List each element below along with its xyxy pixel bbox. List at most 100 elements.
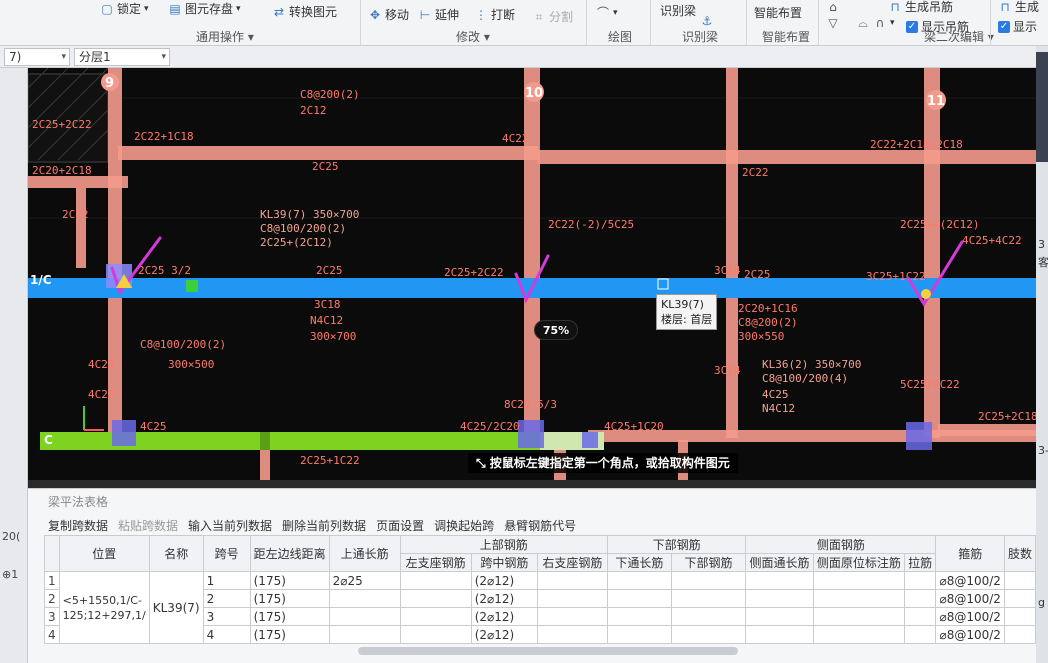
page-setup-button[interactable]: 页面设置 <box>376 517 424 534</box>
cell-bottom-through[interactable] <box>606 607 672 626</box>
cell-top-through[interactable] <box>328 607 401 626</box>
cell-span[interactable]: 4 <box>202 625 251 644</box>
annotation-text: 2C25 <box>312 160 339 173</box>
cell-bottom-bar[interactable] <box>670 571 747 590</box>
cell-bottom-bar[interactable] <box>670 607 747 626</box>
cell-dist-left[interactable]: (175) <box>249 589 330 608</box>
drawing-canvas[interactable]: 9 10 11 1/C C C8@200(2) 2C12 2C22+1C18 2… <box>28 68 1036 480</box>
split-button[interactable]: ⌗ 分割 <box>532 8 573 25</box>
cell-side-through[interactable] <box>745 571 814 590</box>
smart-layout-button[interactable]: 智能布置 <box>754 4 802 21</box>
layer-select[interactable]: 分层1 ▾ <box>74 48 170 66</box>
beam-arc-tool[interactable]: ⌓ ∩ ▾ <box>856 16 894 30</box>
cell-side-through[interactable] <box>745 607 814 626</box>
cell-side-through[interactable] <box>745 625 814 644</box>
cad-drawing[interactable]: 9 10 11 1/C C C8@200(2) 2C12 2C22+1C18 2… <box>28 68 1036 480</box>
col-side-through: 侧面通长筋 <box>745 553 814 572</box>
lock-button[interactable]: ▢ 锁定 ▾ <box>100 0 148 17</box>
convert-element-button[interactable]: ⇄ 转换图元 <box>272 3 337 20</box>
save-element-button[interactable]: ▤ 图元存盘 ▾ <box>168 0 240 17</box>
cell-dist-left[interactable]: (175) <box>249 625 330 644</box>
cell-limb[interactable] <box>1003 607 1037 626</box>
floor-toolbar: 7) ▾ 分层1 ▾ <box>0 46 1048 68</box>
annotation-text: 4C25/2C20 <box>460 420 520 433</box>
table-row[interactable]: 1 <5+1550,1/C-125;12+297,1/ KL39(7) 1 (1… <box>44 571 1037 644</box>
break-button[interactable]: ⋮ 打断 <box>474 6 515 23</box>
paste-span-button[interactable]: 粘贴跨数据 <box>118 517 178 534</box>
tooltip-element-name: KL39(7) <box>661 298 704 311</box>
cell-limb[interactable] <box>1003 571 1037 590</box>
annotation-text: 3C14 <box>714 364 741 377</box>
cell-side-original[interactable] <box>812 571 905 590</box>
cell-bottom-bar[interactable] <box>670 625 747 644</box>
input-column-button[interactable]: 输入当前列数据 <box>188 517 272 534</box>
cell-mid-span[interactable]: (2⌀12) <box>470 589 538 608</box>
cell-position[interactable]: <5+1550,1/C-125;12+297,1/ <box>58 571 150 644</box>
cell-side-through[interactable] <box>745 589 814 608</box>
cell-stirrup[interactable]: ⌀8@100/2 <box>935 625 1005 644</box>
cell-stirrup[interactable]: ⌀8@100/2 <box>935 607 1005 626</box>
gen-hanger-button[interactable]: ⊓ 生成吊筋 <box>888 0 953 15</box>
annotation-text: 4C25+1C20 <box>604 420 664 433</box>
cell-left-support[interactable] <box>399 607 472 626</box>
hanger-tool-1[interactable]: ⌂ <box>826 0 840 14</box>
cell-stirrup[interactable]: ⌀8@100/2 <box>935 571 1005 590</box>
floor-select[interactable]: 7) ▾ <box>4 48 70 66</box>
cell-tie[interactable] <box>903 607 937 626</box>
cell-right-support[interactable] <box>536 607 608 626</box>
cell-mid-span[interactable]: (2⌀12) <box>470 625 538 644</box>
copy-span-button[interactable]: 复制跨数据 <box>48 517 108 534</box>
gen-button-2[interactable]: ⊓ 生成 <box>998 0 1039 15</box>
cell-left-support[interactable] <box>399 589 472 608</box>
annotation-text: 4C22 <box>502 132 529 145</box>
move-button[interactable]: ✥ 移动 <box>368 6 409 23</box>
cell-span[interactable]: 2 <box>202 589 251 608</box>
cell-bottom-through[interactable] <box>606 625 672 644</box>
identify-tool-button[interactable]: ⚓ <box>700 14 714 28</box>
checkbox-checked-icon: ✓ <box>906 20 918 33</box>
cell-side-original[interactable] <box>812 607 905 626</box>
cantilever-code-button[interactable]: 悬臂钢筋代号 <box>504 517 576 534</box>
identify-beam-button[interactable]: 识别梁 <box>660 2 696 19</box>
show-checkbox-2[interactable]: ✓ 显示 <box>998 18 1037 35</box>
cell-tie[interactable] <box>903 571 937 590</box>
cell-bottom-through[interactable] <box>606 589 672 608</box>
cell-mid-span[interactable]: (2⌀12) <box>470 607 538 626</box>
cell-dist-left[interactable]: (175) <box>249 571 330 590</box>
cell-bottom-bar[interactable] <box>670 589 747 608</box>
horizontal-scrollbar[interactable] <box>358 647 738 655</box>
cell-top-through[interactable] <box>328 589 401 608</box>
cell-span[interactable]: 1 <box>202 571 251 590</box>
cell-top-through[interactable] <box>328 625 401 644</box>
cell-limb[interactable] <box>1003 625 1037 644</box>
delete-column-button[interactable]: 删除当前列数据 <box>282 517 366 534</box>
cell-span[interactable]: 3 <box>202 607 251 626</box>
cell-tie[interactable] <box>903 589 937 608</box>
ucs-axis-icon <box>83 406 104 431</box>
cell-name[interactable]: KL39(7) <box>148 571 204 644</box>
col-right-support: 右支座钢筋 <box>536 553 608 572</box>
cell-limb[interactable] <box>1003 589 1037 608</box>
cell-right-support[interactable] <box>536 625 608 644</box>
cell-bottom-through[interactable] <box>606 571 672 590</box>
cell-side-original[interactable] <box>812 589 905 608</box>
filter-tool[interactable]: ▽ <box>826 16 840 30</box>
cell-tie[interactable] <box>903 625 937 644</box>
cell-side-original[interactable] <box>812 625 905 644</box>
swap-start-span-button[interactable]: 调换起始跨 <box>434 517 494 534</box>
cell-top-through[interactable]: 2⌀25 <box>328 571 401 590</box>
cell-left-support[interactable] <box>399 625 472 644</box>
cell-mid-span[interactable]: (2⌀12) <box>470 571 538 590</box>
cell-right-support[interactable] <box>536 571 608 590</box>
checkbox-checked-icon: ✓ <box>998 20 1010 33</box>
arc-draw-button[interactable]: ⌒ ▾ <box>596 6 618 20</box>
col-position: 位置 <box>58 535 150 572</box>
cell-right-support[interactable] <box>536 589 608 608</box>
extend-button[interactable]: ⊢ 延伸 <box>418 6 459 23</box>
annotation-text: 2C25 <box>316 264 343 277</box>
row-index: 3 <box>44 607 60 626</box>
cell-stirrup[interactable]: ⌀8@100/2 <box>935 589 1005 608</box>
cell-left-support[interactable] <box>399 571 472 590</box>
arc-icon: ⌒ <box>596 6 609 20</box>
cell-dist-left[interactable]: (175) <box>249 607 330 626</box>
